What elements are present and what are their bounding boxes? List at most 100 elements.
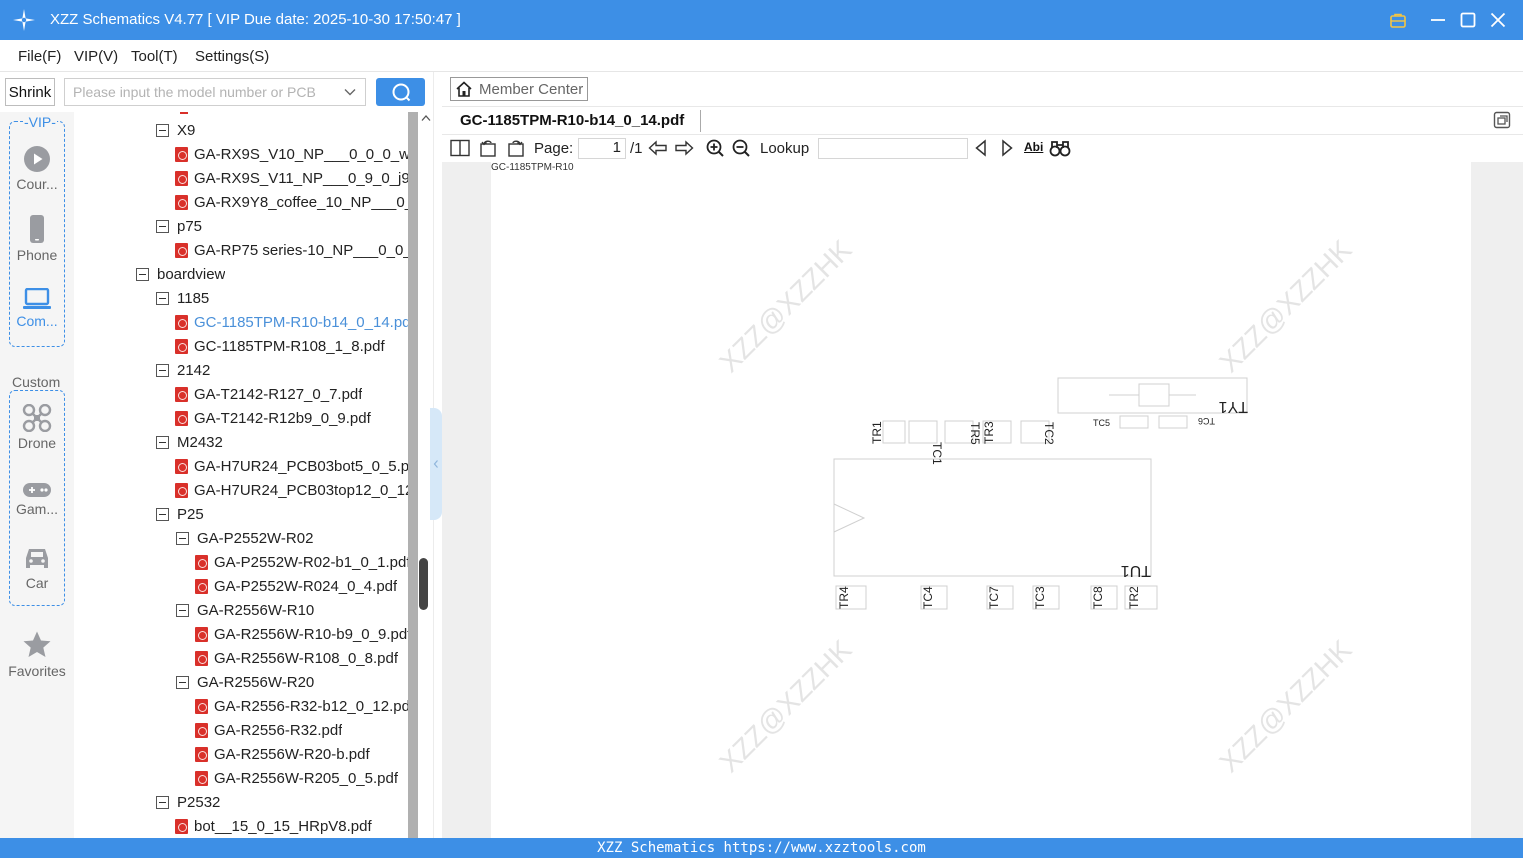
tree-file[interactable]: GA-RP75 series-10_NP___0_0_0_	[175, 238, 408, 262]
tree-file[interactable]: GA-R2556W-R205_0_5.pdf	[195, 766, 408, 790]
tree-folder[interactable]: p75	[156, 214, 408, 238]
app-window: XZZ Schematics V4.77 [ VIP Due date: 202…	[0, 0, 1523, 858]
toggle-sidebar-button[interactable]	[450, 139, 470, 157]
rail-item-favorites[interactable]: Favorites	[0, 630, 74, 679]
rotate-right-button[interactable]	[505, 139, 525, 157]
collapse-toggle-icon[interactable]	[156, 435, 169, 449]
chevron-down-icon[interactable]	[343, 85, 357, 99]
tree-folder[interactable]: M2432	[156, 430, 408, 454]
bag-icon	[1390, 13, 1406, 28]
collapse-toggle-icon[interactable]	[156, 507, 169, 521]
search-text-button[interactable]: Abi	[1024, 140, 1043, 154]
tree-folder[interactable]: 2142	[156, 358, 408, 382]
find-all-button[interactable]	[1049, 139, 1071, 157]
star-icon	[23, 631, 51, 657]
pdf-page[interactable]: GC-1185TPM-R10 XZZ@XZZHK XZZ@XZZHK XZZ@X…	[491, 162, 1471, 838]
tree-file[interactable]: GA-RX9S_V10_NP___0_0_0_wOXM	[175, 142, 408, 166]
tree-folder[interactable]: 1185	[156, 286, 408, 310]
tree-folder[interactable]: GA-R2556W-R10	[176, 598, 408, 622]
tree-scroll-thumb[interactable]	[419, 558, 428, 610]
collapse-toggle-icon[interactable]	[156, 363, 169, 377]
rail-item-label: Phone	[16, 247, 58, 263]
home-icon	[456, 81, 472, 97]
tree-file[interactable]: GC-1185TPM-R10-b14_0_14.pdf	[175, 310, 408, 334]
close-button[interactable]	[1486, 8, 1510, 32]
collapse-toggle-icon[interactable]	[156, 219, 169, 233]
collapse-toggle-icon[interactable]	[136, 267, 149, 281]
minimize-icon	[1431, 19, 1445, 21]
tree-file[interactable]: GA-RX9S_V11_NP___0_9_0_j96x3	[175, 166, 408, 190]
menu-file[interactable]: File(F)	[18, 48, 61, 65]
rotate-left-button[interactable]	[479, 139, 499, 157]
pdf-icon	[195, 626, 208, 642]
tree-folder[interactable]: boardview	[136, 262, 408, 286]
tree-node-label: GA-R2556W-R20	[197, 673, 315, 691]
tree-file[interactable]: GA-T2142-R127_0_7.pdf	[175, 382, 408, 406]
page-number-input[interactable]: 1	[578, 138, 626, 159]
tree-file[interactable]: GA-R2556W-R10-b9_0_9.pdf	[195, 622, 408, 646]
pdf-icon	[175, 386, 188, 402]
window-title: XZZ Schematics V4.77 [ VIP Due date: 202…	[50, 11, 461, 28]
tree-file[interactable]: GA-H7UR24_PCB03bot5_0_5.pdf	[175, 454, 408, 478]
tree-file[interactable]: bot__15_0_15_HRpV8.pdf	[175, 814, 408, 838]
tree-file[interactable]: GA-R2556W-R20-b.pdf	[195, 742, 408, 766]
tree-folder[interactable]: GA-P2552W-R02	[176, 526, 408, 550]
search-input[interactable]	[65, 79, 335, 105]
rail-item-computer[interactable]: Com...	[0, 288, 74, 329]
scroll-up-icon[interactable]	[421, 114, 431, 122]
tree-file[interactable]: GA-RX9Y8_coffee_10_NP___0_1_	[175, 190, 408, 214]
tree-file[interactable]: GA-P2552W-R024_0_4.pdf	[195, 574, 408, 598]
tree-folder[interactable]: P2532	[156, 790, 408, 814]
shrink-button[interactable]: Shrink	[5, 78, 55, 106]
tree-node-label: GA-H7UR24_PCB03bot5_0_5.pdf	[194, 457, 408, 475]
find-next-button[interactable]	[1000, 139, 1014, 157]
menu-tool[interactable]: Tool(T)	[131, 48, 178, 65]
vip-bag-button[interactable]	[1386, 8, 1410, 32]
panel-splitter[interactable]	[430, 72, 442, 838]
rail-item-drone[interactable]: Drone	[0, 404, 74, 451]
minimize-button[interactable]	[1426, 8, 1450, 32]
tree-file[interactable]: GA-P2552W-R02-b1_0_1.pdf	[195, 550, 408, 574]
status-bar: XZZ Schematics https://www.xzztools.com	[0, 838, 1523, 858]
search-combobox[interactable]	[64, 78, 366, 106]
splitter-handle[interactable]	[430, 408, 442, 520]
collapse-toggle-icon[interactable]	[176, 531, 189, 545]
rotate-left-icon	[480, 140, 496, 157]
zoom-in-button[interactable]	[705, 139, 725, 157]
tree-file[interactable]: GC-1185TPM-R108_1_8.pdf	[175, 334, 408, 358]
tree-node-label: GA-P2552W-R02-b1_0_1.pdf	[214, 553, 408, 571]
document-tab[interactable]: GC-1185TPM-R10-b14_0_14.pdf	[460, 112, 684, 129]
tc3-label: TC3	[1033, 586, 1047, 609]
rail-item-gaming[interactable]: Gam...	[0, 482, 74, 517]
maximize-button[interactable]	[1456, 8, 1480, 32]
rail-item-phone[interactable]: Phone	[0, 214, 74, 263]
tree-folder[interactable]: X9	[156, 118, 408, 142]
restore-window-icon[interactable]	[1493, 111, 1511, 129]
tree-file[interactable]: GA-R2556W-R108_0_8.pdf	[195, 646, 408, 670]
zoom-out-button[interactable]	[731, 139, 751, 157]
rail-item-car[interactable]: Car	[0, 546, 74, 591]
collapse-toggle-icon[interactable]	[176, 675, 189, 689]
tree-folder[interactable]: GA-R2556W-R20	[176, 670, 408, 694]
collapse-toggle-icon[interactable]	[156, 795, 169, 809]
next-page-button[interactable]	[674, 139, 694, 157]
collapse-toggle-icon[interactable]	[156, 123, 169, 137]
menu-settings[interactable]: Settings(S)	[195, 48, 269, 65]
tree-file[interactable]: GA-H7UR24_PCB03top12_0_12.p	[175, 478, 408, 502]
collapse-toggle-icon[interactable]	[156, 291, 169, 305]
rail-item-courses[interactable]: Cour...	[0, 145, 74, 192]
find-prev-button[interactable]	[974, 139, 988, 157]
tree-folder[interactable]: P25	[156, 502, 408, 526]
member-center-button[interactable]: Member Center	[450, 77, 588, 101]
boardview-drawing: XZZ@XZZHK XZZ@XZZHK XZZ@XZZHK XZZ@XZZHK …	[713, 234, 1358, 779]
tree-file[interactable]: GA-R2556-R32-b12_0_12.pdf	[195, 694, 408, 718]
lookup-input[interactable]	[818, 138, 968, 159]
collapse-toggle-icon[interactable]	[176, 603, 189, 617]
tree-file[interactable]: GA-T2142-R12b9_0_9.pdf	[175, 406, 408, 430]
prev-page-button[interactable]	[648, 139, 668, 157]
tree-scroll-track[interactable]	[408, 112, 418, 838]
menu-vip[interactable]: VIP(V)	[74, 48, 118, 65]
pdf-canvas-area[interactable]: GC-1185TPM-R10 XZZ@XZZHK XZZ@XZZHK XZZ@X…	[442, 162, 1523, 838]
search-button[interactable]	[376, 78, 425, 106]
tree-file[interactable]: GA-R2556-R32.pdf	[195, 718, 408, 742]
